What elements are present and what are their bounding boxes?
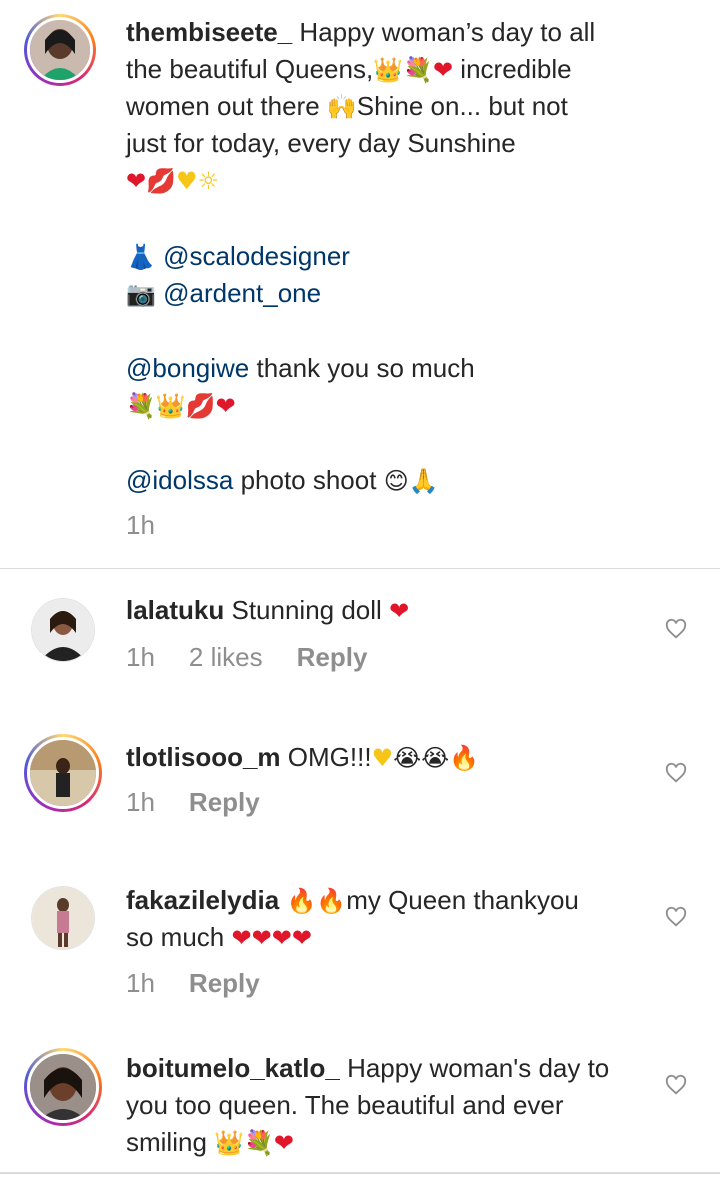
crown-emoji: 👑💐 — [373, 56, 433, 84]
heart-outline-icon[interactable] — [665, 906, 687, 928]
mention-idolssa[interactable]: @idolssa — [126, 465, 233, 495]
heart-emoji: ❤ — [273, 1129, 295, 1157]
comment-meta: 1h Reply — [126, 968, 294, 999]
avatar-photo — [30, 740, 96, 806]
thanks-text: thank you so much — [256, 353, 475, 383]
shoot-text: photo shoot — [240, 465, 377, 495]
thanks-line: @bongiwe thank you so much — [126, 350, 475, 387]
comment-username[interactable]: boitumelo_katlo_ — [126, 1053, 340, 1083]
caption-meta: 1h — [126, 510, 189, 541]
camera-credit: 📷 @ardent_one — [126, 275, 321, 313]
comment-text: OMG!!! — [287, 742, 372, 772]
fire-emoji: 🔥🔥 — [286, 887, 347, 915]
caption-line-3: women out there 🙌Shine on... but not — [126, 88, 568, 126]
comment-text-line: lalatuku Stunning doll ❤ — [126, 592, 409, 630]
comment-text-line-1: fakazilelydia 🔥🔥my Queen thankyou — [126, 882, 579, 920]
avatar-photo — [30, 1054, 96, 1120]
yellow-heart-emoji: ♥ — [371, 744, 394, 772]
comment-text-line-2: you too queen. The beautiful and ever — [126, 1090, 564, 1120]
comment-text-line-1: boitumelo_katlo_ Happy woman's day to — [126, 1050, 609, 1087]
comment-text-line: tlotlisooo_m OMG!!!♥😭😭🔥 — [126, 739, 479, 777]
caption-line-4: just for today, every day Sunshine — [126, 128, 516, 158]
heart-emoji: ❤ — [126, 167, 147, 195]
kiss-emoji: 💋 — [146, 167, 176, 195]
comment-username[interactable]: fakazilelydia — [126, 885, 279, 915]
mention-ardent-one[interactable]: @ardent_one — [163, 278, 321, 308]
caption-text-3b: Shine on... but not — [356, 91, 568, 121]
avatar-photo — [30, 20, 90, 80]
avatar-photo — [32, 887, 94, 949]
comment-avatar[interactable] — [24, 1048, 102, 1126]
heart-emoji: ❤❤❤❤ — [231, 924, 312, 952]
divider — [0, 568, 720, 569]
caption-text-1: Happy woman’s day to all — [299, 17, 596, 47]
comment-text: so much — [126, 922, 225, 952]
crown-emoji: 👑💐 — [214, 1129, 274, 1157]
heart-outline-icon[interactable] — [665, 1074, 687, 1096]
comment-meta: 1h Reply — [126, 787, 294, 818]
crying-emoji: 😭😭🔥 — [393, 744, 480, 772]
caption-block: thembiseete_ Happy woman’s day to all th… — [0, 0, 720, 568]
shoot-line: @idolssa photo shoot 😊🙏 — [126, 462, 439, 500]
caption-line-2: the beautiful Queens,👑💐❤ incredible — [126, 51, 572, 89]
comment-avatar[interactable] — [24, 734, 102, 812]
camera-emoji: 📷 — [126, 280, 156, 308]
caption-avatar[interactable] — [24, 14, 96, 86]
comment-text: Stunning doll — [231, 595, 382, 625]
reply-button[interactable]: Reply — [189, 968, 260, 998]
comment-time: 1h — [126, 968, 155, 998]
caption-text-2a: the beautiful Queens, — [126, 54, 374, 84]
comment-text: smiling — [126, 1127, 207, 1157]
dress-credit: 👗 @scalodesigner — [126, 238, 350, 276]
sun-emoji: ☼ — [197, 167, 220, 195]
avatar-photo — [32, 599, 94, 661]
smile-emoji: 😊🙏 — [383, 467, 439, 495]
heart-emoji: ❤ — [215, 392, 236, 420]
reply-button[interactable]: Reply — [189, 787, 260, 817]
comment-meta: 1h 2 likes Reply — [126, 642, 401, 673]
comment-username[interactable]: tlotlisooo_m — [126, 742, 281, 772]
heart-outline-icon[interactable] — [665, 618, 687, 640]
comment-text: my Queen thankyou — [346, 885, 579, 915]
caption-line-1: thembiseete_ Happy woman’s day to all — [126, 14, 595, 51]
comment-avatar[interactable] — [31, 886, 95, 950]
raised-hands-emoji: 🙌 — [326, 93, 357, 121]
dress-emoji: 👗 — [126, 243, 156, 271]
comment-time: 1h — [126, 642, 155, 672]
thanks-emoji-line: 💐👑💋❤ — [126, 387, 236, 425]
comment-avatar[interactable] — [31, 598, 95, 662]
comment-text-line-2: so much ❤❤❤❤ — [126, 919, 312, 957]
caption-time: 1h — [126, 510, 155, 540]
caption-text-3a: women out there — [126, 91, 320, 121]
caption-text-2b: incredible — [460, 54, 572, 84]
caption-username[interactable]: thembiseete_ — [126, 17, 292, 47]
comment-username[interactable]: lalatuku — [126, 595, 224, 625]
comment-text: Happy woman's day to — [347, 1053, 610, 1083]
comment-likes[interactable]: 2 likes — [189, 642, 263, 672]
heart-emoji: ❤ — [389, 597, 410, 625]
comment-time: 1h — [126, 787, 155, 817]
bottom-divider — [0, 1172, 720, 1174]
mention-bongiwe[interactable]: @bongiwe — [126, 353, 249, 383]
yellow-heart-emoji: ♥ — [176, 167, 198, 195]
caption-emoji-line: ❤💋♥☼ — [126, 162, 219, 200]
heart-emoji: ❤ — [432, 56, 454, 84]
comment-text-line-3: smiling 👑💐❤ — [126, 1124, 294, 1162]
bouquet-emoji: 💐👑💋 — [126, 392, 216, 420]
heart-outline-icon[interactable] — [665, 762, 687, 784]
reply-button[interactable]: Reply — [297, 642, 368, 672]
mention-scalodesigner[interactable]: @scalodesigner — [163, 241, 350, 271]
